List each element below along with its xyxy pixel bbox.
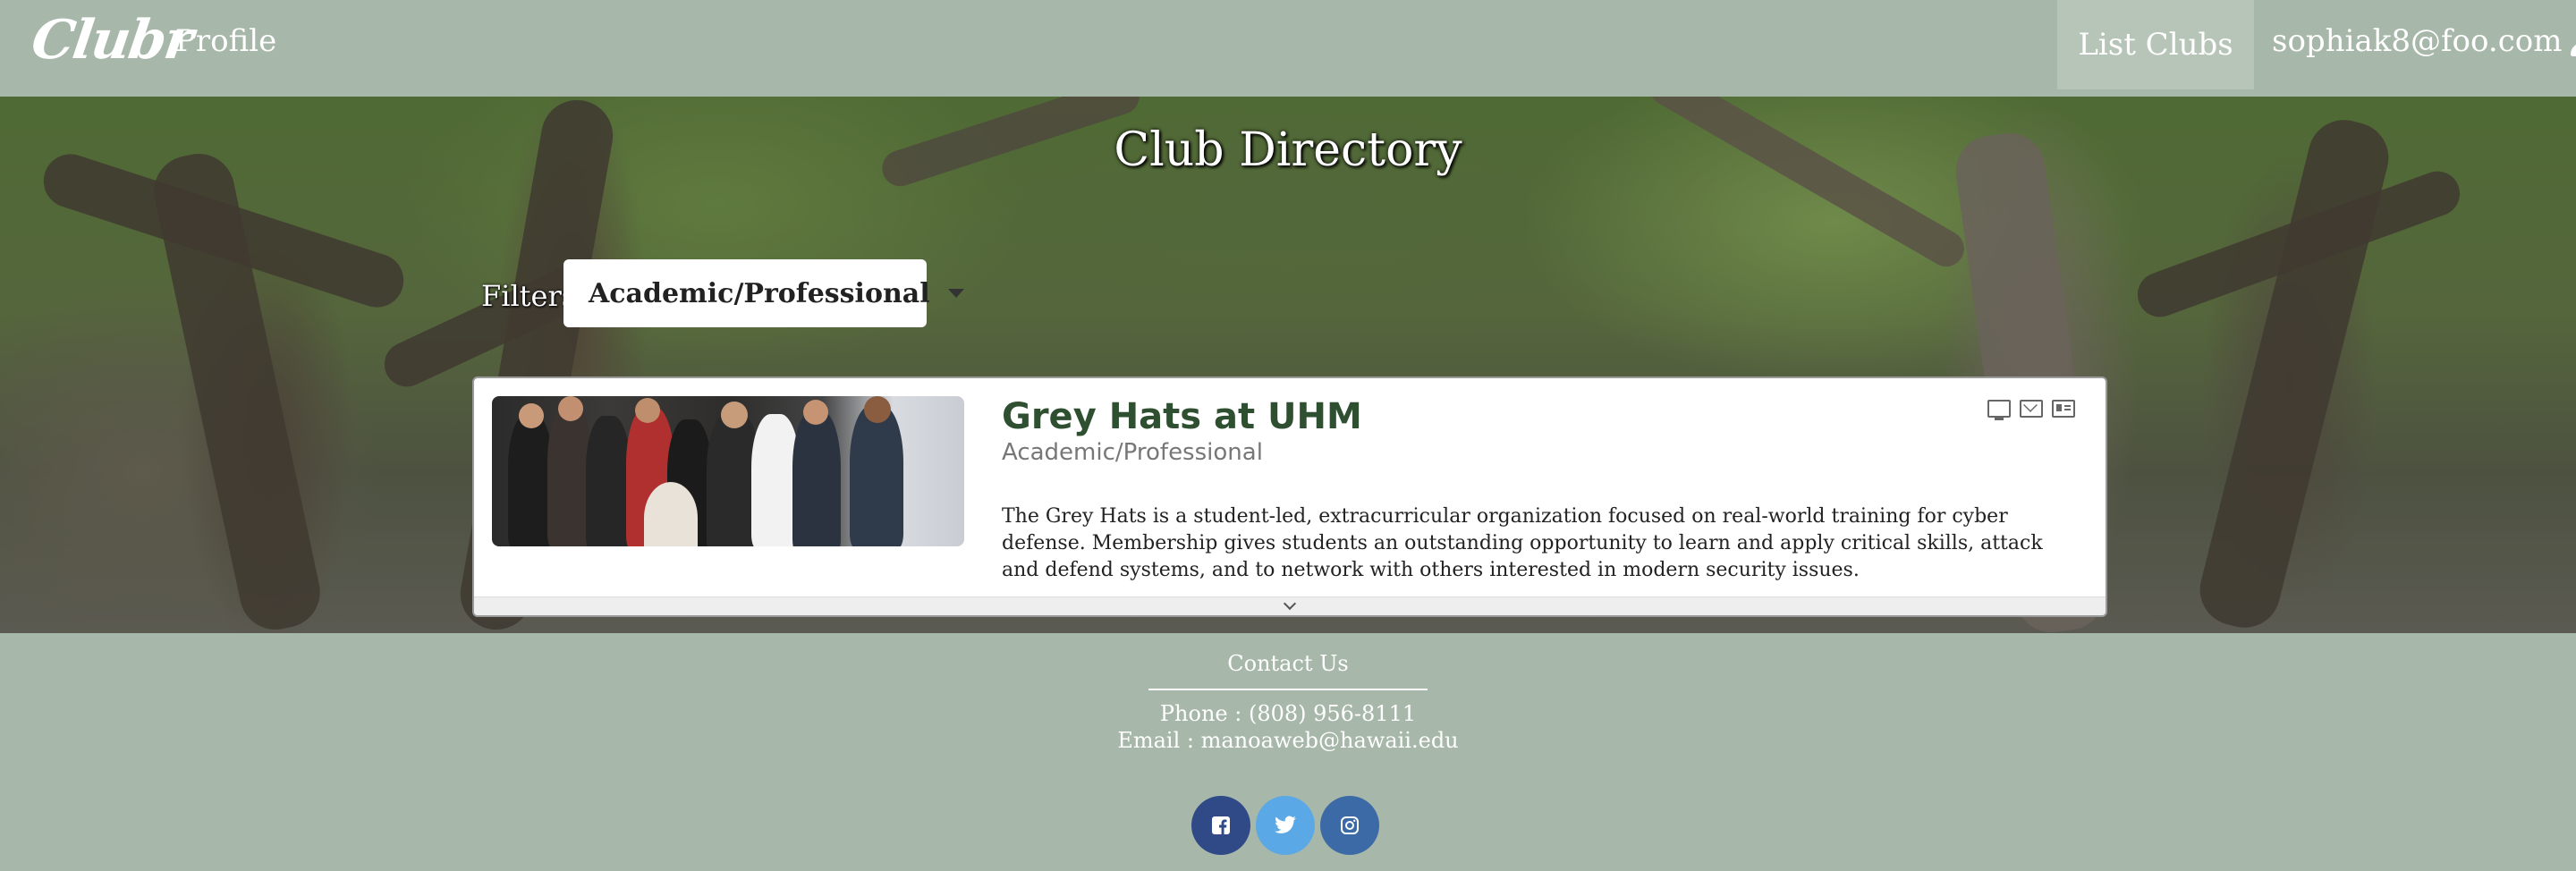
navbar: Clubr Profile List Clubs sophiak8@foo.co… <box>0 0 2576 97</box>
nav-list-clubs-label: List Clubs <box>2078 27 2233 63</box>
user-menu[interactable]: sophiak8@foo.com <box>2272 23 2576 59</box>
facebook-icon <box>1212 816 1230 834</box>
instagram-button[interactable] <box>1320 796 1379 855</box>
club-description: The Grey Hats is a student-led, extracur… <box>1002 505 2043 581</box>
brand-logo[interactable]: Clubr <box>28 9 196 72</box>
twitter-icon <box>1275 816 1296 833</box>
user-icon <box>2569 26 2576 56</box>
club-contact-icons <box>1987 400 2075 420</box>
club-category: Academic/Professional <box>1002 439 1263 466</box>
contact-us-heading: Contact Us <box>1227 651 1349 676</box>
contact-email: Email : manoaweb@hawaii.edu <box>1117 728 1459 753</box>
user-email: sophiak8@foo.com <box>2272 23 2563 59</box>
chevron-down-icon <box>1283 596 1297 611</box>
social-links <box>1191 796 1379 855</box>
contact-divider <box>1148 689 1428 690</box>
card-expand-toggle[interactable] <box>474 596 2106 615</box>
club-card[interactable]: Grey Hats at UHM Academic/Professional T… <box>472 376 2107 617</box>
category-filter-dropdown[interactable]: Academic/Professional <box>564 259 964 327</box>
id-card-icon[interactable] <box>2052 400 2075 418</box>
nav-profile-link[interactable]: Profile <box>175 23 276 59</box>
filters-label: Filters <box>481 279 577 313</box>
caret-down-icon <box>947 289 964 298</box>
club-name[interactable]: Grey Hats at UHM <box>1002 396 1362 437</box>
mail-icon[interactable] <box>2020 400 2043 418</box>
facebook-button[interactable] <box>1191 796 1250 855</box>
club-photo <box>492 396 964 546</box>
monitor-icon[interactable] <box>1987 400 2011 420</box>
page-title: Club Directory <box>1114 123 1462 177</box>
hero-background: Club Directory Filters Academic/Professi… <box>0 97 2576 633</box>
instagram-icon <box>1341 816 1359 834</box>
contact-phone: Phone : (808) 956-8111 <box>1159 701 1417 726</box>
filter-selected-value: Academic/Professional <box>589 277 930 309</box>
nav-list-clubs-link[interactable]: List Clubs <box>2057 0 2254 89</box>
twitter-button[interactable] <box>1256 796 1315 855</box>
footer: Contact Us Phone : (808) 956-8111 Email … <box>0 633 2576 871</box>
